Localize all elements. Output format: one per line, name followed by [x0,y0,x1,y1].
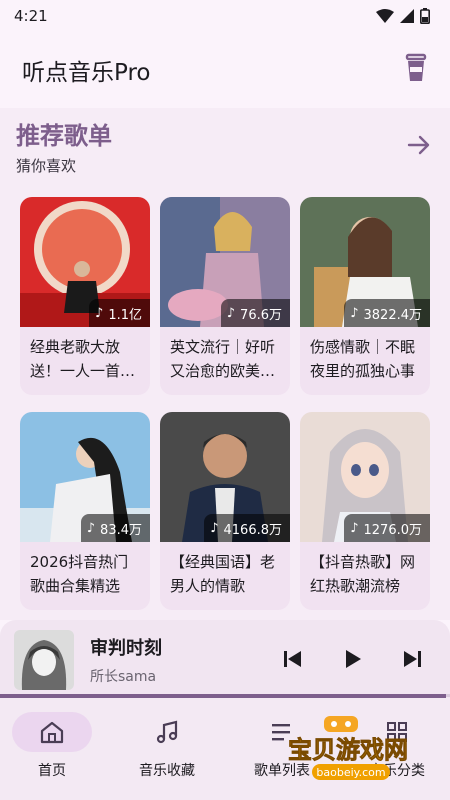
play-count: 4166.8万 [223,522,283,538]
music-note-icon: ♪ [95,305,104,321]
skip-previous-icon [284,651,301,667]
play-count: 1276.0万 [363,522,423,538]
play-count: 1.1亿 [108,307,142,323]
playlist-title: 【抖音热歌】网红热歌潮流榜 [310,553,416,595]
playlist-cover: ♪ 4166.8万 [160,412,290,542]
playlist-cover: ♪ 83.4万 [20,412,150,542]
play-count-badge: ♪ 76.6万 [220,299,290,327]
player-song-title: 审判时刻 [90,638,162,659]
home-icon [40,721,64,744]
play-count-badge: ♪ 1.1亿 [89,299,150,327]
play-count: 3822.4万 [363,307,423,323]
svg-text:宝贝游戏网: 宝贝游戏网 [288,736,408,764]
play-count: 83.4万 [100,522,142,538]
status-time: 4:21 [14,7,48,25]
music-note-icon [156,720,178,744]
play-icon [346,650,361,668]
play-count-badge: ♪ 4166.8万 [204,514,290,542]
content-area: 推荐歌单 猜你喜欢 ♪ 1.1亿 经典老歌大放送！一人一首成 ♪ 76.6万 英… [0,108,450,620]
playlist-cover: ♪ 1.1亿 [20,197,150,327]
nav-active-indicator [12,712,92,752]
music-note-icon: ♪ [210,520,219,536]
player-artist: 所长sama [90,669,157,685]
section-title: 推荐歌单 [16,122,112,150]
playlist-card[interactable]: ♪ 83.4万 2026抖音热门歌曲合集精选 [20,412,150,610]
nav-home[interactable]: 首页 [2,712,102,792]
playlist-title: 经典老歌大放送！一人一首成名曲 [30,338,136,380]
battery-icon [420,8,430,24]
music-note-icon: ♪ [350,520,359,536]
playlist-card[interactable]: ♪ 1276.0万 【抖音热歌】网红热歌潮流榜 [300,412,430,610]
playlist-card[interactable]: ♪ 1.1亿 经典老歌大放送！一人一首成名曲 [20,197,150,395]
section-subtitle: 猜你喜欢 [16,157,77,175]
playlist-title: 【经典国语】老男人的情歌 [170,553,276,595]
svg-text:baobeiy.com: baobeiy.com [316,766,385,779]
skip-next-icon [404,651,421,667]
status-bar: 4:21 [0,0,450,32]
nav-icon-holder [127,712,207,752]
previous-button[interactable] [280,646,306,672]
signal-icon [400,9,414,23]
playlist-title: 伤感情歌｜不眠夜里的孤独心事 [310,338,416,380]
play-button[interactable] [340,646,366,672]
playlist-cover: ♪ 76.6万 [160,197,290,327]
play-count-badge: ♪ 1276.0万 [344,514,430,542]
coffee-cup-icon[interactable] [404,53,428,87]
playlist-title: 2026抖音热门歌曲合集精选 [30,553,129,595]
section-header: 推荐歌单 猜你喜欢 [16,116,112,176]
play-count: 76.6万 [240,307,282,323]
app-title: 听点音乐Pro [22,60,151,86]
arrow-right-icon [407,135,430,155]
wifi-icon [376,9,394,23]
app-bar: 听点音乐Pro [0,32,450,108]
mini-player[interactable]: 审判时刻 所长sama [0,620,450,698]
more-arrow-button[interactable] [404,130,434,160]
play-count-badge: ♪ 3822.4万 [344,299,430,327]
playlist-cover: ♪ 1276.0万 [300,412,430,542]
nav-label: 首页 [38,763,66,779]
playlist-title: 英文流行｜好听又治愈的欧美歌曲 [170,338,276,380]
nav-label: 音乐收藏 [139,763,195,779]
playlist-card[interactable]: ♪ 4166.8万 【经典国语】老男人的情歌 [160,412,290,610]
playlist-cover: ♪ 3822.4万 [300,197,430,327]
playlist-card[interactable]: ♪ 76.6万 英文流行｜好听又治愈的欧美歌曲 [160,197,290,395]
music-note-icon: ♪ [226,305,236,321]
next-button[interactable] [399,646,425,672]
playlist-card[interactable]: ♪ 3822.4万 伤感情歌｜不眠夜里的孤独心事 [300,197,430,395]
music-note-icon: ♪ [86,520,96,536]
watermark-logo: 宝贝游戏网 baobeiy.com [268,714,428,784]
nav-music-collection[interactable]: 音乐收藏 [117,712,217,792]
play-count-badge: ♪ 83.4万 [80,514,150,542]
player-album-art[interactable] [14,630,74,690]
music-note-icon: ♪ [350,305,359,321]
status-icons [376,8,430,24]
